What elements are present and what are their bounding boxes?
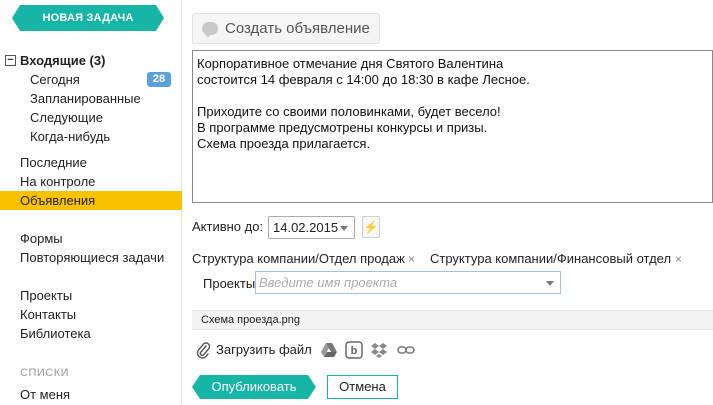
attached-file-name: Схема проезда.png	[201, 314, 300, 326]
sidebar-item-next[interactable]: Следующие	[0, 108, 182, 127]
sidebar-item-forms[interactable]: Формы	[0, 229, 182, 248]
audience-tag: Структура компании/Финансовый отдел	[430, 251, 672, 266]
cancel-button[interactable]: Отмена	[327, 375, 398, 399]
sidebar-item-library[interactable]: Библиотека	[0, 324, 182, 343]
link-icon[interactable]	[397, 341, 415, 359]
lightning-button[interactable]: ⚡	[362, 216, 380, 238]
audience-tag: Структура компании/Отдел продаж	[192, 251, 405, 266]
google-drive-icon[interactable]	[320, 341, 338, 359]
speech-bubble-icon	[202, 22, 218, 38]
sidebar-item-watched[interactable]: На контроле	[0, 172, 182, 191]
paperclip-icon	[196, 342, 210, 359]
sidebar-item-contacts[interactable]: Контакты	[0, 305, 182, 324]
inbox-label: Входящие (3)	[20, 53, 106, 68]
nav-group-main: Последние На контроле Объявления	[0, 153, 182, 210]
create-ad-label: Создать объявление	[225, 20, 370, 37]
upload-file-link[interactable]: Загрузить файл	[216, 342, 312, 357]
sidebar-item-label: Сегодня	[30, 72, 80, 87]
editor-line: Приходите со своими половинками, будет в…	[197, 104, 501, 119]
editor-line: Схема проезда прилагается.	[197, 136, 371, 151]
active-until-value: 14.02.2015	[273, 220, 339, 235]
create-ad-button[interactable]: Создать объявление	[192, 13, 380, 44]
publish-button[interactable]: Опубликовать	[192, 375, 316, 399]
new-task-button[interactable]: НОВАЯ ЗАДАЧА	[12, 5, 164, 31]
nav-group-forms: Формы Повторяющиеся задачи	[0, 229, 182, 267]
dropbox-icon[interactable]	[370, 341, 388, 359]
sidebar-item-recent[interactable]: Последние	[0, 153, 182, 172]
sidebar-item-projects[interactable]: Проекты	[0, 286, 182, 305]
sidebar-item-from-me[interactable]: От меня	[0, 385, 182, 404]
nav-group-projects: Проекты Контакты Библиотека	[0, 286, 182, 343]
sidebar-item-announcements[interactable]: Объявления	[0, 191, 182, 210]
announcement-text-editor[interactable]: Корпоративное отмечание дня Святого Вале…	[192, 50, 713, 203]
sidebar-item-scheduled[interactable]: Запланированные	[0, 89, 182, 108]
chevron-down-icon	[546, 281, 554, 286]
projects-label: Проекты:	[203, 276, 259, 291]
nav-group-lists: От меня	[0, 385, 182, 404]
lists-section-label: СПИСКИ	[20, 367, 70, 379]
collapse-icon[interactable]: −	[5, 55, 16, 66]
sidebar-item-recurring[interactable]: Повторяющиеся задачи	[0, 248, 182, 267]
editor-line: состоится 14 февраля с 14:00 до 18:30 в …	[197, 72, 530, 87]
active-until-label: Активно до:	[192, 219, 264, 234]
editor-line: В программе предусмотрены конкурсы и при…	[197, 120, 488, 135]
new-task-wrap: НОВАЯ ЗАДАЧА	[12, 5, 164, 31]
chevron-down-icon	[340, 226, 348, 231]
sidebar: НОВАЯ ЗАДАЧА − Входящие (3) Сегодня 28 З…	[0, 0, 182, 405]
sidebar-item-today[interactable]: Сегодня 28	[0, 70, 182, 89]
sidebar-item-inbox[interactable]: − Входящие (3)	[0, 51, 182, 70]
lightning-icon: ⚡	[363, 220, 379, 234]
project-search-input[interactable]	[259, 274, 529, 291]
box-icon[interactable]: b	[345, 341, 363, 359]
inbox-group: − Входящие (3) Сегодня 28 Запланированны…	[0, 51, 182, 146]
editor-line: Корпоративное отмечание дня Святого Вале…	[197, 56, 504, 71]
close-icon[interactable]: ×	[675, 252, 682, 266]
sidebar-item-someday[interactable]: Когда-нибудь	[0, 127, 182, 146]
svg-text:b: b	[351, 345, 358, 357]
close-icon[interactable]: ×	[408, 252, 415, 266]
active-until-date-select[interactable]: 14.02.2015	[268, 216, 355, 239]
editor-line	[197, 88, 708, 104]
main-panel: Создать объявление Корпоративное отмечан…	[192, 0, 713, 405]
count-badge: 28	[147, 72, 171, 87]
attached-file[interactable]: Схема проезда.png	[192, 310, 713, 330]
project-select[interactable]	[255, 271, 561, 294]
